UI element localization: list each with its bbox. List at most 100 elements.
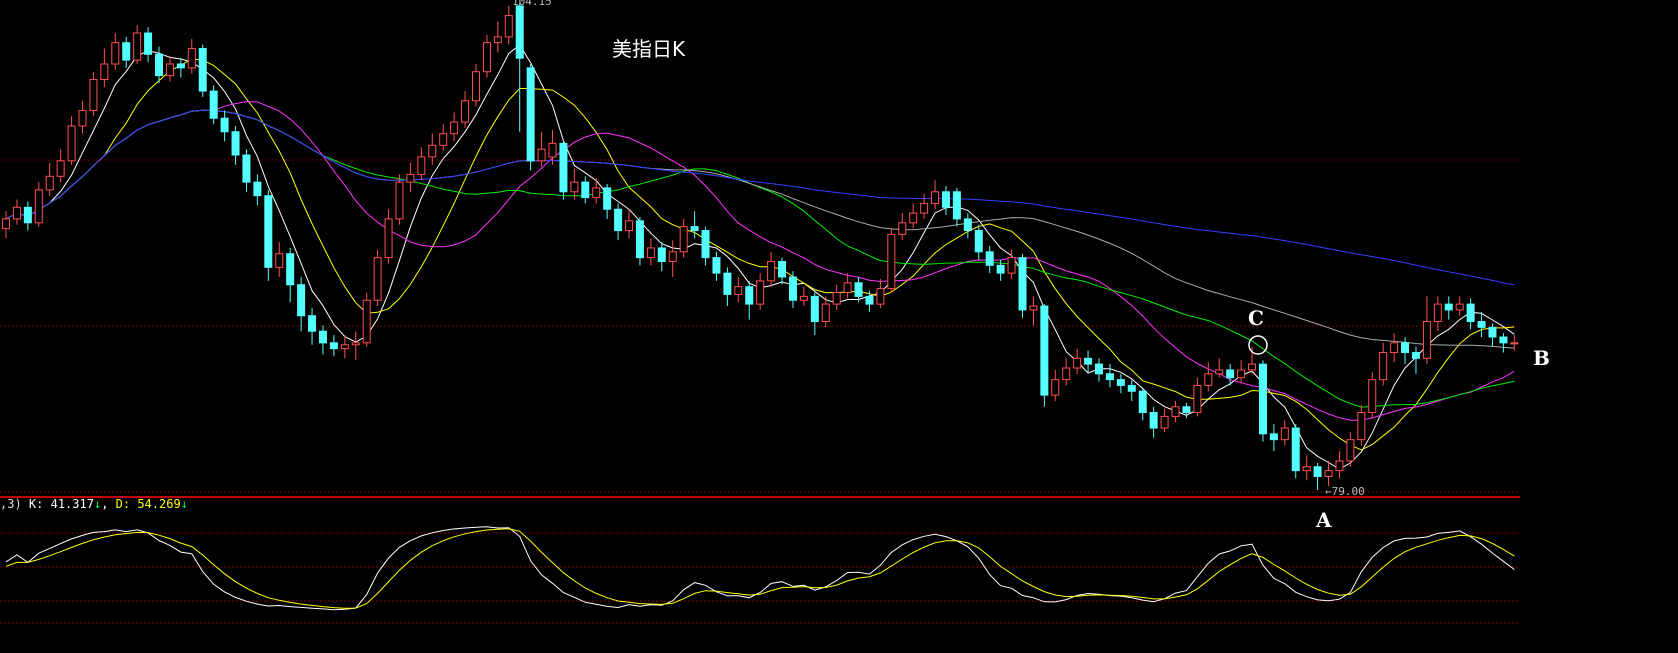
candle-body bbox=[176, 63, 185, 69]
candle-body bbox=[1007, 257, 1016, 274]
candle-body bbox=[286, 253, 295, 286]
candle bbox=[100, 48, 109, 88]
candle-body bbox=[799, 295, 808, 301]
candle-body bbox=[133, 32, 142, 61]
ma-line-10 bbox=[5, 58, 1515, 451]
candle-body bbox=[1226, 369, 1235, 379]
candle bbox=[941, 185, 950, 216]
candle-body bbox=[384, 218, 393, 259]
candle bbox=[1105, 364, 1114, 388]
candle bbox=[1084, 350, 1093, 372]
candle bbox=[1280, 420, 1289, 446]
candle bbox=[253, 174, 262, 206]
candle-body bbox=[941, 191, 950, 208]
candle bbox=[318, 325, 327, 355]
candle-body bbox=[78, 109, 87, 127]
candle bbox=[745, 280, 754, 320]
moving-averages bbox=[5, 44, 1515, 470]
candle-body bbox=[1073, 357, 1082, 369]
candle-body bbox=[144, 32, 153, 55]
candle bbox=[144, 27, 153, 63]
candle-body bbox=[974, 230, 983, 253]
candle-body bbox=[1204, 373, 1213, 386]
candle-body bbox=[187, 48, 196, 69]
candle bbox=[1466, 298, 1475, 330]
candle-body bbox=[1324, 470, 1333, 477]
candle-body bbox=[537, 148, 546, 162]
candle bbox=[439, 124, 448, 152]
candle bbox=[220, 110, 229, 142]
candle bbox=[1324, 460, 1333, 487]
candle-body bbox=[1193, 384, 1202, 414]
candle bbox=[810, 292, 819, 336]
candle bbox=[625, 209, 634, 239]
candle bbox=[1390, 333, 1399, 363]
candle bbox=[1291, 424, 1300, 479]
candle bbox=[89, 71, 98, 117]
candle-body bbox=[1455, 303, 1464, 311]
candle-body bbox=[209, 90, 218, 119]
candle bbox=[351, 331, 360, 361]
candle-body bbox=[351, 342, 360, 346]
candle-body bbox=[1029, 305, 1038, 311]
candle bbox=[329, 335, 338, 357]
candle-body bbox=[439, 133, 448, 146]
candle-body bbox=[1062, 367, 1071, 381]
candle bbox=[767, 251, 776, 287]
candle-body bbox=[690, 226, 699, 232]
candle bbox=[788, 271, 797, 308]
candle-body bbox=[482, 42, 491, 73]
candle-body bbox=[373, 257, 382, 301]
kdj-k-line bbox=[5, 526, 1515, 611]
candle-body bbox=[1095, 363, 1103, 375]
candle-body bbox=[1401, 342, 1410, 354]
candle bbox=[985, 246, 994, 274]
candle-body bbox=[1171, 406, 1180, 417]
candle-body bbox=[56, 160, 65, 177]
candle bbox=[23, 201, 32, 231]
candle bbox=[242, 149, 251, 192]
candle bbox=[395, 174, 404, 225]
candle-body bbox=[788, 276, 797, 301]
candle-body bbox=[559, 142, 568, 193]
candle bbox=[1018, 253, 1027, 318]
candle bbox=[963, 213, 972, 239]
kdj-d-value: D: 54.269 bbox=[115, 497, 181, 511]
candle bbox=[209, 85, 218, 125]
candle bbox=[1455, 296, 1464, 316]
candle bbox=[570, 168, 579, 200]
candle-body bbox=[165, 63, 174, 77]
candle bbox=[646, 238, 655, 266]
candle-body bbox=[1477, 321, 1486, 328]
candle bbox=[176, 58, 185, 78]
candle-body bbox=[668, 251, 677, 263]
candle-body bbox=[1040, 305, 1049, 396]
candle-body bbox=[329, 342, 338, 350]
candle-body bbox=[843, 282, 852, 293]
candle-body bbox=[1510, 342, 1519, 345]
candle-body bbox=[865, 295, 874, 305]
candle-body bbox=[548, 142, 557, 158]
candle bbox=[920, 193, 929, 219]
candle-body bbox=[12, 206, 21, 220]
candle-body bbox=[395, 181, 404, 220]
low-price-label: ←79.00 bbox=[1325, 485, 1365, 498]
candle-body bbox=[471, 71, 480, 102]
candle bbox=[1182, 402, 1191, 419]
candle bbox=[887, 228, 896, 293]
candle-body bbox=[570, 181, 579, 193]
candle-body bbox=[1346, 439, 1355, 462]
annotation-a: A bbox=[1316, 508, 1332, 532]
candle bbox=[45, 162, 54, 196]
candle-body bbox=[231, 131, 240, 156]
candle bbox=[778, 257, 787, 285]
candle-body bbox=[526, 67, 535, 162]
candle-body bbox=[887, 233, 896, 290]
candle-body bbox=[1357, 412, 1366, 441]
kdj-separator: , bbox=[101, 497, 109, 511]
candle-body bbox=[297, 284, 306, 317]
candle bbox=[756, 273, 765, 310]
candle bbox=[581, 176, 590, 204]
candle bbox=[952, 187, 961, 227]
candle bbox=[548, 129, 557, 165]
